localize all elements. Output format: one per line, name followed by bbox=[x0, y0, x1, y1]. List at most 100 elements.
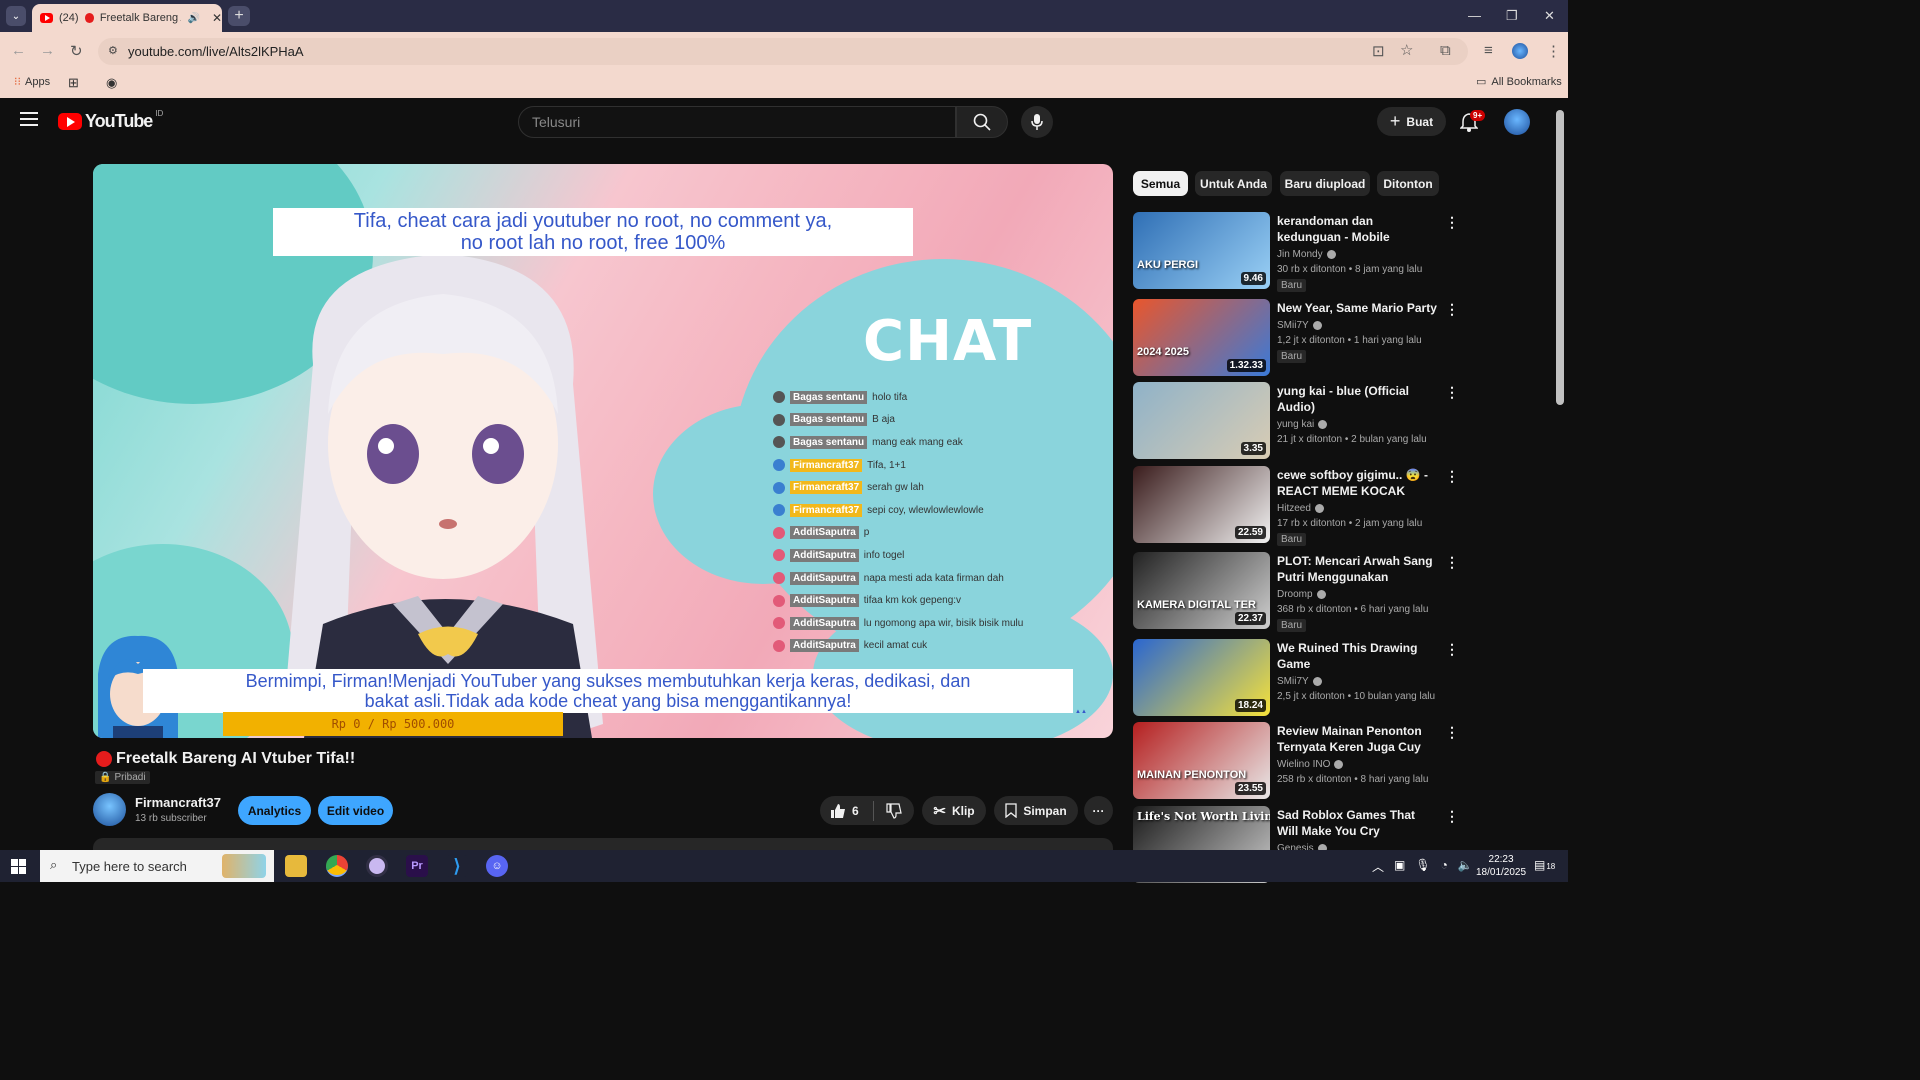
search-button[interactable] bbox=[956, 106, 1008, 138]
apps-bookmark[interactable]: ⁝⁝ Apps bbox=[14, 75, 50, 89]
tray-icons[interactable]: ︿ ▣ 🎙 ◔ 🔈 bbox=[1372, 858, 1473, 875]
chrome-menu-icon[interactable]: ⋮ bbox=[1546, 42, 1561, 60]
recommendation-channel[interactable]: SMii7Y bbox=[1277, 320, 1322, 331]
hamburger-menu-icon[interactable] bbox=[20, 112, 38, 126]
wifi-icon[interactable]: ◔ bbox=[1441, 858, 1448, 875]
address-bar[interactable]: ⚙ youtube.com/live/Alts2lKPHaA bbox=[98, 38, 1468, 65]
recommendation-channel[interactable]: Droomp bbox=[1277, 589, 1326, 600]
more-actions-button[interactable]: ··· bbox=[1084, 796, 1113, 825]
more-vert-icon[interactable]: ⋮ bbox=[1445, 641, 1459, 658]
tab-groups-icon[interactable]: ⊞ bbox=[68, 75, 79, 91]
tab-close-icon[interactable]: ✕ bbox=[212, 11, 222, 25]
chip-recently-uploaded[interactable]: Baru diupload bbox=[1280, 171, 1370, 196]
recommendation-channel[interactable]: Hitzeed bbox=[1277, 503, 1324, 514]
channel-name[interactable]: Firmancraft37 bbox=[135, 795, 221, 810]
forward-icon[interactable]: → bbox=[40, 42, 55, 59]
create-button[interactable]: + Buat bbox=[1377, 107, 1446, 136]
chip-for-you[interactable]: Untuk Anda bbox=[1195, 171, 1272, 196]
recommendation-title[interactable]: yung kai - blue (Official Audio) bbox=[1277, 383, 1437, 415]
recommendation-channel[interactable]: Wielino INO bbox=[1277, 759, 1344, 770]
video-thumbnail[interactable]: 3.35 bbox=[1133, 382, 1270, 459]
network-icon[interactable]: ▣ bbox=[1394, 858, 1405, 875]
premiere-pro-icon[interactable]: Pr bbox=[406, 855, 428, 877]
recommendation-channel[interactable]: Jin Mondy bbox=[1277, 249, 1336, 260]
recommendation-card[interactable]: KAMERA DIGITAL TER 22.37 PLOT: Mencari Arw… bbox=[1133, 552, 1463, 632]
search-input[interactable]: Telusuri bbox=[518, 106, 956, 138]
video-thumbnail[interactable]: MAINAN PENONTON 23.55 bbox=[1133, 722, 1270, 799]
recommendation-title[interactable]: Sad Roblox Games That Will Make You Cry bbox=[1277, 807, 1437, 839]
voice-search-button[interactable] bbox=[1021, 106, 1053, 138]
discord-icon[interactable]: ☺ bbox=[486, 855, 508, 877]
analytics-button[interactable]: Analytics bbox=[238, 796, 311, 825]
globe-bookmark-icon[interactable]: ◉ bbox=[106, 75, 117, 91]
all-bookmarks[interactable]: ▭ All Bookmarks bbox=[1476, 75, 1562, 89]
minimize-icon[interactable]: — bbox=[1468, 8, 1481, 23]
vscode-icon[interactable]: ⟩ bbox=[446, 855, 468, 877]
like-button[interactable]: 6 bbox=[830, 803, 859, 819]
obs-icon[interactable] bbox=[366, 855, 388, 877]
profile-avatar[interactable] bbox=[1512, 43, 1528, 59]
recommendation-card[interactable]: MAINAN PENONTON 23.55 Review Mainan Penont… bbox=[1133, 722, 1463, 800]
bookmark-star-icon[interactable]: ☆ bbox=[1400, 41, 1413, 59]
youtube-logo[interactable]: YouTube ID bbox=[58, 109, 163, 132]
volume-icon[interactable]: 🔈 bbox=[1458, 858, 1473, 875]
recommendation-channel[interactable]: yung kai bbox=[1277, 419, 1328, 430]
save-button[interactable]: Simpan bbox=[994, 796, 1078, 825]
more-vert-icon[interactable]: ⋮ bbox=[1445, 808, 1459, 825]
more-vert-icon[interactable]: ⋮ bbox=[1445, 384, 1459, 401]
recommendation-title[interactable]: PLOT: Mencari Arwah Sang Putri Menggunak… bbox=[1277, 553, 1437, 585]
chat-user-icon bbox=[773, 459, 785, 472]
install-app-icon[interactable]: ⊡ bbox=[1372, 42, 1385, 60]
browser-tab-active[interactable]: (24) Freetalk Bareng AI V 🔊 ✕ bbox=[32, 4, 222, 32]
recommendation-card[interactable]: 2024 2025 1.32.33 New Year, Same Mario Par… bbox=[1133, 299, 1463, 377]
chip-watched[interactable]: Ditonton bbox=[1377, 171, 1439, 196]
channel-avatar[interactable] bbox=[93, 793, 126, 826]
new-tab-button[interactable]: + bbox=[228, 6, 250, 26]
close-window-icon[interactable]: ✕ bbox=[1544, 8, 1555, 24]
video-thumbnail[interactable]: KAMERA DIGITAL TER 22.37 bbox=[1133, 552, 1270, 629]
recommendation-channel[interactable]: SMii7Y bbox=[1277, 676, 1322, 687]
microphone-tray-icon[interactable]: 🎙 bbox=[1415, 858, 1430, 875]
audio-playing-icon[interactable]: 🔊 bbox=[187, 13, 199, 24]
tab-search-button[interactable]: ⌄ bbox=[6, 6, 26, 26]
site-info-icon[interactable]: ⚙ bbox=[108, 44, 118, 57]
reload-icon[interactable]: ↻ bbox=[70, 42, 83, 60]
recommendation-title[interactable]: New Year, Same Mario Party bbox=[1277, 300, 1437, 316]
restore-icon[interactable]: ❐ bbox=[1506, 8, 1518, 24]
chevron-up-icon[interactable]: ︿ bbox=[1372, 858, 1384, 875]
video-player[interactable]: Tifa, cheat cara jadi youtuber no root, … bbox=[93, 164, 1113, 738]
recommendation-title[interactable]: Review Mainan Penonton Ternyata Keren Ju… bbox=[1277, 723, 1437, 755]
more-vert-icon[interactable]: ⋮ bbox=[1445, 554, 1459, 571]
notification-center-icon[interactable]: ▤18 bbox=[1534, 858, 1555, 872]
recommendation-card[interactable]: 3.35 yung kai - blue (Official Audio) yung… bbox=[1133, 382, 1463, 460]
more-vert-icon[interactable]: ⋮ bbox=[1445, 468, 1459, 485]
recommendation-title[interactable]: We Ruined This Drawing Game bbox=[1277, 640, 1437, 672]
taskbar-clock[interactable]: 22:23 18/01/2025 bbox=[1476, 853, 1526, 879]
chrome-icon[interactable] bbox=[326, 855, 348, 877]
video-thumbnail[interactable]: 22.59 bbox=[1133, 466, 1270, 543]
thumbs-down-icon[interactable] bbox=[886, 802, 902, 819]
clip-button[interactable]: ✂ Klip bbox=[922, 796, 986, 825]
media-control-icon[interactable]: ≡ bbox=[1484, 42, 1493, 59]
more-vert-icon[interactable]: ⋮ bbox=[1445, 214, 1459, 231]
video-thumbnail[interactable]: 18.24 bbox=[1133, 639, 1270, 716]
description-box[interactable] bbox=[93, 838, 1113, 850]
more-vert-icon[interactable]: ⋮ bbox=[1445, 301, 1459, 318]
file-explorer-icon[interactable] bbox=[285, 855, 307, 877]
back-icon[interactable]: ← bbox=[11, 42, 26, 59]
recommendation-card[interactable]: AKU PERGI 9.46 kerandoman dan kedunguan - … bbox=[1133, 212, 1463, 292]
recommendation-card[interactable]: 18.24 We Ruined This Drawing Game SMii7Y 2,… bbox=[1133, 639, 1463, 717]
recommendation-title[interactable]: cewe softboy gigimu.. 😨 - REACT MEME KOC… bbox=[1277, 467, 1437, 499]
page-scrollbar[interactable] bbox=[1556, 110, 1564, 405]
edit-video-button[interactable]: Edit video bbox=[318, 796, 393, 825]
account-avatar[interactable] bbox=[1504, 109, 1530, 135]
extensions-icon[interactable]: ⧉ bbox=[1440, 42, 1451, 59]
taskbar-search-input[interactable]: ⌕ Type here to search bbox=[40, 850, 274, 882]
recommendation-title[interactable]: kerandoman dan kedunguan - Mobile Legend… bbox=[1277, 213, 1437, 245]
windows-start-icon[interactable] bbox=[11, 859, 26, 874]
chip-all[interactable]: Semua bbox=[1133, 171, 1188, 196]
video-thumbnail[interactable]: 2024 2025 1.32.33 bbox=[1133, 299, 1270, 376]
more-vert-icon[interactable]: ⋮ bbox=[1445, 724, 1459, 741]
video-thumbnail[interactable]: AKU PERGI 9.46 bbox=[1133, 212, 1270, 289]
recommendation-card[interactable]: 22.59 cewe softboy gigimu.. 😨 - REACT MEM… bbox=[1133, 466, 1463, 546]
